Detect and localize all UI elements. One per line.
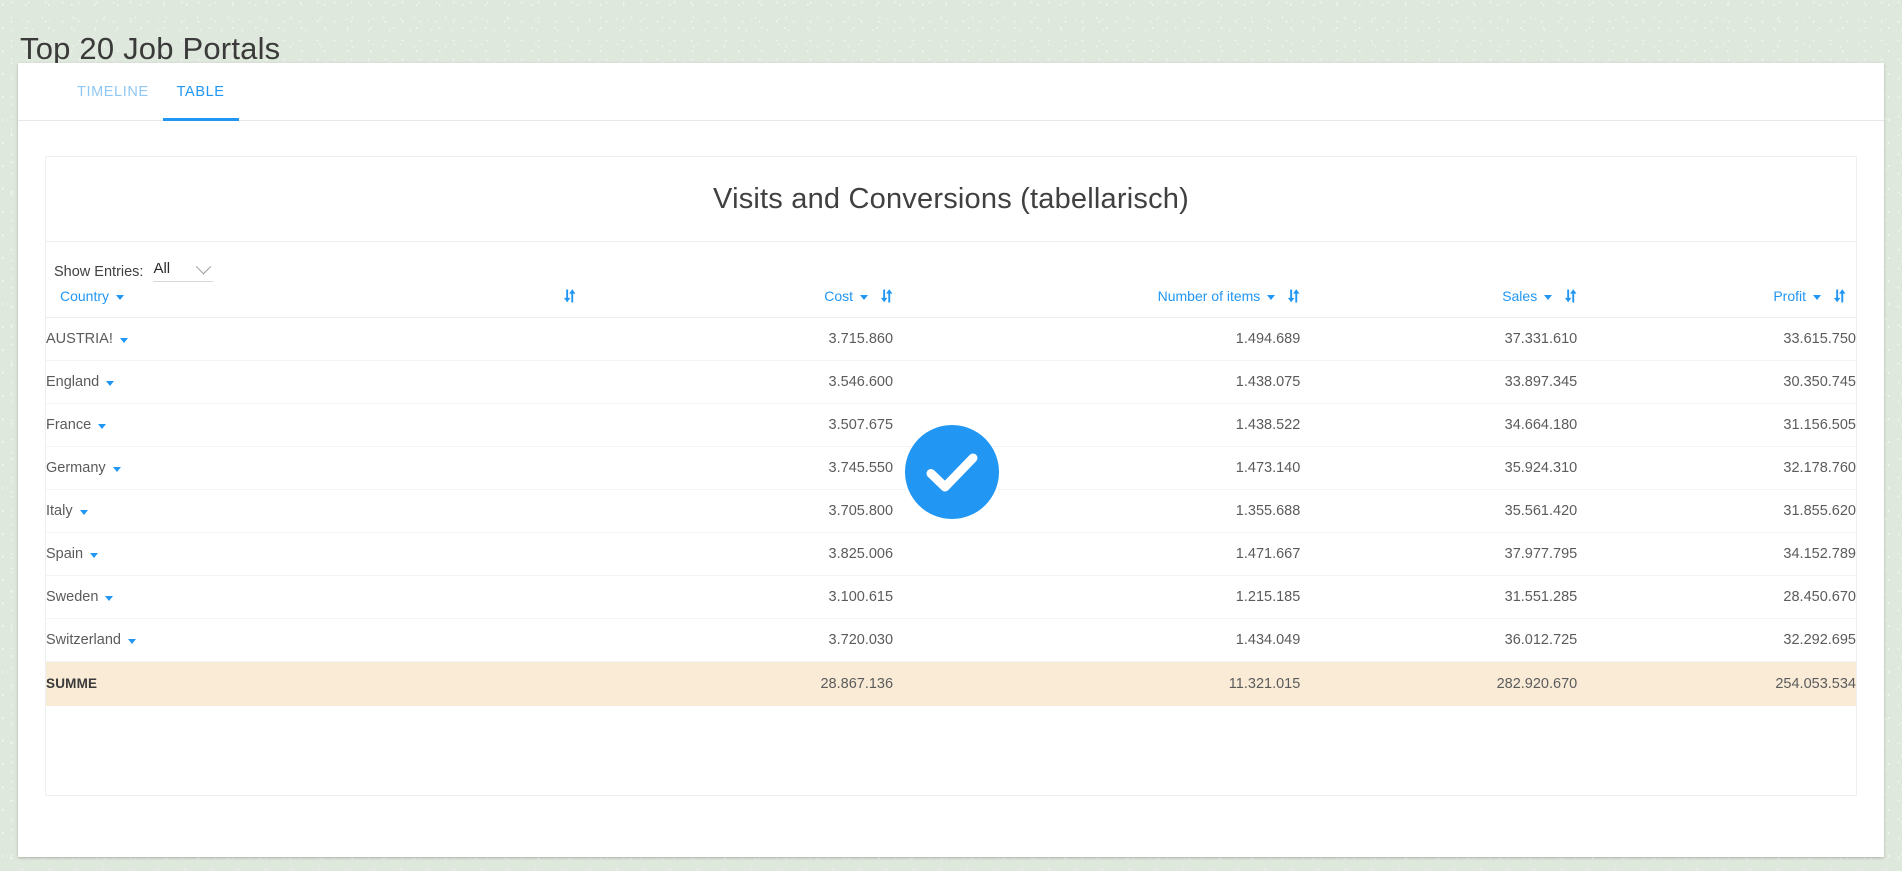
caret-down-icon-row[interactable] (98, 423, 107, 429)
country-link[interactable]: England (46, 374, 99, 390)
cell-profit: 31.156.505 (1577, 403, 1856, 447)
cell-profit: 34.152.789 (1577, 532, 1856, 576)
cell-total-cost: 28.867.136 (576, 661, 894, 706)
show-entries-select[interactable]: All (153, 258, 214, 282)
cell-items: 1.494.689 (893, 317, 1301, 361)
caret-down-icon-row[interactable] (79, 509, 88, 515)
cell-country: England (46, 360, 577, 404)
show-entries-control: Show Entries: All (46, 242, 1856, 282)
chevron-down-icon (196, 258, 212, 274)
sort-toggle-profit[interactable] (1833, 288, 1846, 304)
cell-cost: 3.705.800 (576, 489, 894, 533)
column-header-country-label[interactable]: Country (60, 288, 109, 304)
caret-down-icon-row[interactable] (106, 380, 115, 386)
caret-down-icon-country[interactable] (116, 294, 125, 300)
cell-cost: 3.825.006 (576, 532, 894, 576)
country-link[interactable]: Switzerland (46, 632, 121, 648)
cell-total-sales: 282.920.670 (1300, 661, 1578, 706)
table-header-row: Country Cost Number of items Sales Profi… (46, 288, 1856, 318)
cell-total-profit: 254.053.534 (1577, 661, 1856, 706)
tab-table[interactable]: TABLE (162, 63, 239, 121)
show-entries-label: Show Entries: (54, 264, 144, 280)
column-header-number-of-items: Number of items (893, 288, 1301, 318)
cell-sales: 34.664.180 (1300, 403, 1578, 447)
column-header-profit-label[interactable]: Profit (1773, 288, 1806, 304)
tab-bar: TIMELINE TABLE (18, 63, 1884, 121)
country-link[interactable]: Germany (46, 460, 106, 476)
cell-country: Germany (46, 446, 577, 490)
caret-down-icon-profit[interactable] (1813, 294, 1821, 300)
cell-country: Spain (46, 532, 577, 576)
cell-cost: 3.745.550 (576, 446, 894, 490)
cell-country: Switzerland (46, 618, 577, 662)
show-entries-value: All (153, 260, 171, 277)
table-header: Country Cost Number of items Sales Profi… (46, 288, 1856, 318)
cell-cost: 3.546.600 (576, 360, 894, 404)
cell-country: Sweden (46, 575, 577, 619)
caret-down-icon-cost[interactable] (860, 294, 869, 300)
caret-down-icon-row[interactable] (119, 337, 128, 343)
country-link[interactable]: France (46, 417, 91, 433)
cell-sales: 35.561.420 (1300, 489, 1578, 533)
tab-table-label: TABLE (176, 83, 225, 100)
cell-profit: 30.350.745 (1577, 360, 1856, 404)
cell-profit: 31.855.620 (1577, 489, 1856, 533)
column-header-sales-label[interactable]: Sales (1502, 288, 1537, 304)
column-header-cost-label[interactable]: Cost (824, 288, 853, 304)
cell-country: Italy (46, 489, 577, 533)
cell-sales: 31.551.285 (1300, 575, 1578, 619)
cell-cost: 3.720.030 (576, 618, 894, 662)
check-circle-icon (905, 425, 999, 519)
caret-down-icon-row[interactable] (105, 595, 114, 601)
caret-down-icon-items[interactable] (1267, 294, 1276, 300)
caret-down-icon-row[interactable] (112, 466, 121, 472)
column-header-cost: Cost (576, 288, 894, 318)
table-total-row: SUMME 28.867.136 11.321.015 282.920.670 … (46, 661, 1856, 706)
cell-sales: 33.897.345 (1300, 360, 1578, 404)
cell-sales: 36.012.725 (1300, 618, 1578, 662)
cell-profit: 33.615.750 (1577, 317, 1856, 361)
column-header-profit: Profit (1577, 288, 1856, 318)
caret-down-icon-row[interactable] (127, 638, 136, 644)
column-header-country: Country (46, 288, 577, 318)
caret-down-icon-sales[interactable] (1544, 294, 1553, 300)
cell-items: 1.438.075 (893, 360, 1301, 404)
cell-country: France (46, 403, 577, 447)
cell-items: 1.434.049 (893, 618, 1301, 662)
panel-title: Visits and Conversions (tabellarisch) (46, 157, 1856, 242)
country-link[interactable]: AUSTRIA! (46, 331, 113, 347)
cell-items: 1.215.185 (893, 575, 1301, 619)
cell-total-items: 11.321.015 (893, 661, 1301, 706)
sort-toggle-items[interactable] (1287, 288, 1300, 304)
cell-cost: 3.100.615 (576, 575, 894, 619)
cell-sales: 35.924.310 (1300, 446, 1578, 490)
cell-sales: 37.331.610 (1300, 317, 1578, 361)
country-link[interactable]: Italy (46, 503, 73, 519)
cell-cost: 3.507.675 (576, 403, 894, 447)
table-row[interactable]: England 3.546.600 1.438.075 33.897.345 3… (46, 360, 1856, 404)
cell-total-label: SUMME (46, 661, 577, 706)
country-link[interactable]: Spain (46, 546, 83, 562)
table-row[interactable]: Switzerland 3.720.030 1.434.049 36.012.7… (46, 618, 1856, 662)
cell-cost: 3.715.860 (576, 317, 894, 361)
cell-items: 1.471.667 (893, 532, 1301, 576)
country-link[interactable]: Sweden (46, 589, 98, 605)
column-header-sales: Sales (1300, 288, 1578, 318)
cell-profit: 32.178.760 (1577, 446, 1856, 490)
sort-toggle-sales[interactable] (1564, 288, 1577, 304)
column-header-number-of-items-label[interactable]: Number of items (1158, 288, 1261, 304)
cell-country: AUSTRIA! (46, 317, 577, 361)
cell-profit: 32.292.695 (1577, 618, 1856, 662)
caret-down-icon-row[interactable] (90, 552, 99, 558)
tab-timeline[interactable]: TIMELINE (63, 63, 163, 121)
sort-toggle-cost[interactable] (880, 288, 893, 304)
cell-sales: 37.977.795 (1300, 532, 1578, 576)
tab-timeline-label: TIMELINE (77, 83, 149, 100)
sort-toggle-country[interactable] (563, 288, 576, 304)
table-row[interactable]: Sweden 3.100.615 1.215.185 31.551.285 28… (46, 575, 1856, 619)
cell-profit: 28.450.670 (1577, 575, 1856, 619)
table-row[interactable]: Spain 3.825.006 1.471.667 37.977.795 34.… (46, 532, 1856, 576)
table-row[interactable]: AUSTRIA! 3.715.860 1.494.689 37.331.610 … (46, 317, 1856, 361)
